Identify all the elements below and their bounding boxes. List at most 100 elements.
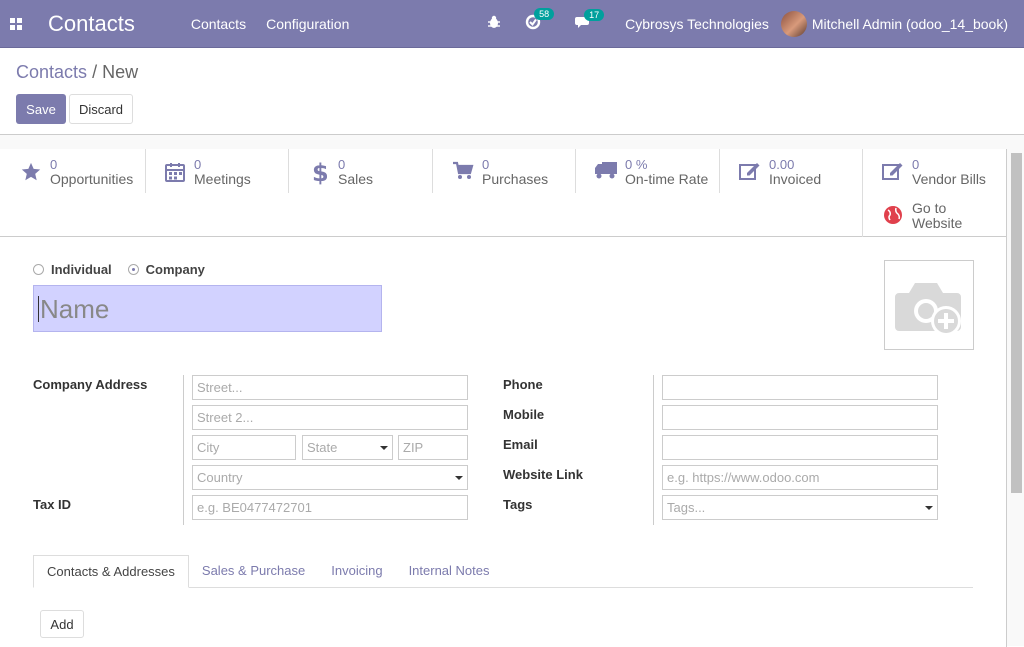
purchases-label: Purchases bbox=[482, 171, 549, 187]
invoiced-value: 0.00 bbox=[769, 157, 795, 172]
opportunities-label: Opportunities bbox=[50, 171, 134, 187]
edit-icon bbox=[878, 157, 908, 181]
user-name: Mitchell Admin (odoo_14_book) bbox=[811, 16, 1008, 32]
tax-id-placeholder: e.g. BE0477472701 bbox=[197, 500, 312, 515]
menu-contacts[interactable]: Contacts bbox=[181, 16, 256, 32]
city-input[interactable]: City bbox=[192, 435, 296, 460]
add-contact-button[interactable]: Add bbox=[40, 610, 84, 638]
breadcrumb: Contacts / New bbox=[16, 62, 138, 83]
notebook-tabs: Contacts & Addresses Sales & Purchase In… bbox=[33, 555, 973, 588]
street2-placeholder: Street 2... bbox=[197, 410, 254, 425]
smart-button-box: 0 Opportunities 0 Meetings $ 0 Sales 0 Purch… bbox=[0, 149, 1007, 237]
street-input[interactable]: Street... bbox=[192, 375, 468, 400]
state-placeholder: State bbox=[307, 440, 338, 455]
edit-icon bbox=[735, 157, 765, 181]
email-label: Email bbox=[503, 437, 538, 452]
mobile-input[interactable] bbox=[662, 405, 938, 430]
radio-individual-label[interactable]: Individual bbox=[51, 262, 112, 277]
vendor-bills-count: 0 bbox=[912, 157, 920, 172]
meetings-label: Meetings bbox=[194, 171, 251, 187]
zip-input[interactable]: ZIP bbox=[398, 435, 468, 460]
chevron-down-icon bbox=[925, 506, 933, 510]
sales-button[interactable]: $ 0 Sales bbox=[288, 149, 432, 193]
vendor-bills-label: Vendor Bills bbox=[912, 171, 986, 187]
go-to-label: Go to bbox=[912, 200, 947, 216]
calendar-icon bbox=[160, 157, 190, 183]
app-title[interactable]: Contacts bbox=[48, 11, 135, 37]
invoiced-button[interactable]: 0.00 Invoiced bbox=[719, 149, 862, 193]
street2-input[interactable]: Street 2... bbox=[192, 405, 468, 430]
sales-label: Sales bbox=[338, 171, 374, 187]
image-upload[interactable] bbox=[884, 260, 974, 350]
activity-icon[interactable]: 58 bbox=[525, 8, 555, 34]
tags-select[interactable]: Tags... bbox=[662, 495, 938, 520]
invoiced-label: Invoiced bbox=[769, 171, 822, 187]
meetings-button[interactable]: 0 Meetings bbox=[144, 149, 288, 193]
website-link-label: Website Link bbox=[503, 467, 583, 482]
breadcrumb-current: New bbox=[102, 62, 139, 82]
purchases-count: 0 bbox=[482, 157, 490, 172]
tax-id-input[interactable]: e.g. BE0477472701 bbox=[192, 495, 468, 520]
phone-input[interactable] bbox=[662, 375, 938, 400]
tags-placeholder: Tags... bbox=[667, 500, 706, 515]
sales-count: 0 bbox=[338, 157, 346, 172]
name-input[interactable]: Name bbox=[33, 285, 382, 332]
tags-label: Tags bbox=[503, 497, 533, 512]
state-select[interactable]: State bbox=[302, 435, 393, 460]
radio-company[interactable] bbox=[127, 264, 139, 275]
phone-label: Phone bbox=[503, 377, 543, 392]
on-time-rate-value: 0 % bbox=[625, 157, 648, 172]
opportunities-button[interactable]: 0 Opportunities bbox=[0, 149, 145, 193]
menu-configuration[interactable]: Configuration bbox=[256, 16, 359, 32]
activity-count-badge: 58 bbox=[534, 8, 555, 20]
star-icon bbox=[16, 157, 46, 183]
company-address-label: Company Address bbox=[33, 377, 148, 392]
zip-placeholder: ZIP bbox=[403, 440, 424, 455]
discard-button[interactable]: Discard bbox=[69, 94, 133, 124]
radio-company-label[interactable]: Company bbox=[146, 262, 205, 277]
chevron-down-icon bbox=[380, 446, 388, 450]
tab-internal-notes[interactable]: Internal Notes bbox=[396, 555, 503, 588]
tab-sales-purchase[interactable]: Sales & Purchase bbox=[189, 555, 318, 588]
website-placeholder: e.g. https://www.odoo.com bbox=[667, 470, 820, 485]
svg-text:$: $ bbox=[312, 161, 327, 185]
name-placeholder: Name bbox=[40, 294, 110, 324]
tab-invoicing[interactable]: Invoicing bbox=[318, 555, 395, 588]
divider bbox=[653, 375, 654, 525]
tax-id-label: Tax ID bbox=[33, 497, 72, 512]
top-navbar: Contacts Contacts Configuration 58 17 Cy… bbox=[0, 0, 1024, 48]
country-select[interactable]: Country bbox=[192, 465, 468, 490]
vendor-bills-button[interactable]: 0 Vendor Bills bbox=[862, 149, 1007, 193]
tab-contacts-addresses[interactable]: Contacts & Addresses bbox=[33, 555, 189, 588]
scrollbar[interactable] bbox=[1011, 153, 1022, 493]
street-placeholder: Street... bbox=[197, 380, 243, 395]
bug-icon[interactable] bbox=[487, 15, 501, 33]
avatar bbox=[780, 11, 807, 37]
divider bbox=[183, 375, 184, 525]
meetings-count: 0 bbox=[194, 157, 202, 172]
chevron-down-icon bbox=[455, 476, 463, 480]
save-button[interactable]: Save bbox=[16, 94, 66, 124]
email-input[interactable] bbox=[662, 435, 938, 460]
on-time-rate-button[interactable]: 0 % On-time Rate bbox=[575, 149, 719, 193]
mobile-label: Mobile bbox=[503, 407, 545, 422]
camera-plus-icon bbox=[895, 283, 961, 336]
company-switcher[interactable]: Cybrosys Technologies bbox=[625, 16, 769, 32]
apps-menu-icon[interactable] bbox=[0, 0, 32, 48]
on-time-rate-label: On-time Rate bbox=[625, 171, 709, 187]
user-menu[interactable]: Mitchell Admin (odoo_14_book) bbox=[780, 11, 1008, 37]
message-count-badge: 17 bbox=[584, 8, 605, 21]
opportunities-count: 0 bbox=[50, 157, 58, 172]
messages-icon[interactable]: 17 bbox=[575, 8, 605, 34]
purchases-button[interactable]: 0 Purchases bbox=[432, 149, 576, 193]
cart-icon bbox=[448, 157, 478, 181]
company-type-radio-group: Individual Company bbox=[33, 262, 205, 277]
breadcrumb-separator: / bbox=[92, 62, 98, 82]
go-to-website-button[interactable]: Go to Website bbox=[862, 193, 1007, 237]
globe-icon bbox=[878, 201, 908, 225]
city-placeholder: City bbox=[197, 440, 220, 455]
website-input[interactable]: e.g. https://www.odoo.com bbox=[662, 465, 938, 490]
website-label: Website bbox=[912, 215, 963, 231]
breadcrumb-parent[interactable]: Contacts bbox=[16, 62, 87, 82]
radio-individual[interactable] bbox=[33, 264, 44, 275]
